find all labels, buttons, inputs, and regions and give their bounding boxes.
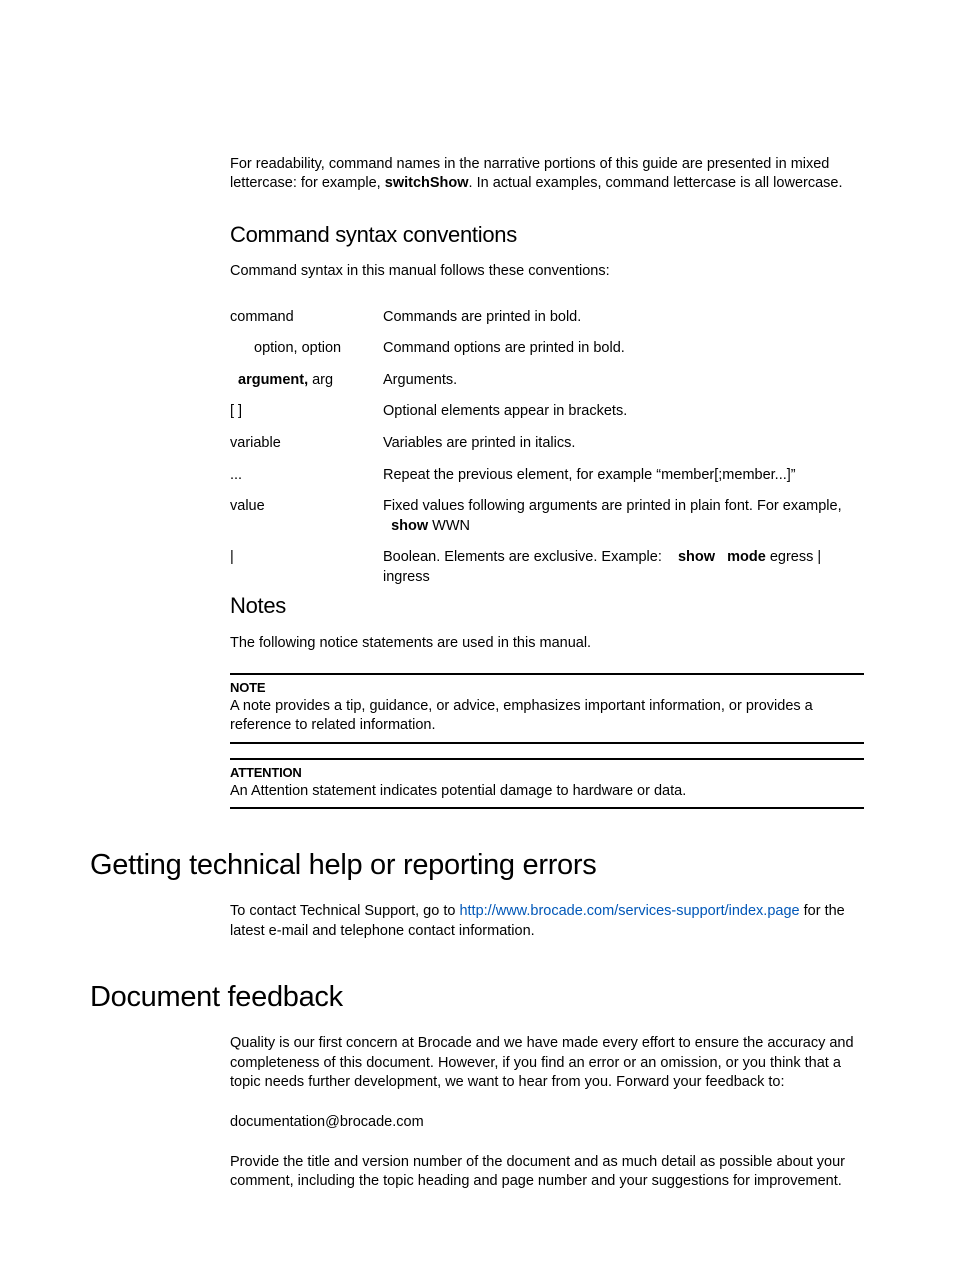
attention-text: An Attention statement indicates potenti… xyxy=(230,782,864,802)
attention-label: ATTENTION xyxy=(230,764,864,782)
syntax-term: variable xyxy=(230,428,383,460)
notes-lead: The following notice statements are used… xyxy=(230,634,864,654)
syntax-term: argument, arg xyxy=(230,365,383,397)
feedback-p1: Quality is our first concern at Brocade … xyxy=(230,1034,864,1093)
table-row: option, option Command options are print… xyxy=(230,333,864,365)
intro-paragraph: For readability, command names in the na… xyxy=(230,155,864,194)
notes-heading: Notes xyxy=(230,593,864,619)
intro-bold-command: switchShow xyxy=(385,175,469,191)
syntax-term: option, option xyxy=(230,333,383,365)
syntax-lead: Command syntax in this manual follows th… xyxy=(230,262,864,282)
note-label: NOTE xyxy=(230,679,864,697)
table-row: value Fixed values following arguments a… xyxy=(230,491,864,542)
syntax-term: command xyxy=(230,302,383,334)
help-text-before: To contact Technical Support, go to xyxy=(230,903,459,919)
table-row: command Commands are printed in bold. xyxy=(230,302,864,334)
syntax-desc: Commands are printed in bold. xyxy=(383,302,864,334)
note-block: NOTE A note provides a tip, guidance, or… xyxy=(230,673,864,744)
syntax-table: command Commands are printed in bold. op… xyxy=(230,302,864,594)
syntax-desc: Arguments. xyxy=(383,365,864,397)
syntax-term: [ ] xyxy=(230,396,383,428)
table-row: ... Repeat the previous element, for exa… xyxy=(230,460,864,492)
intro-text-after: . In actual examples, command lettercase… xyxy=(469,175,843,191)
table-row: variable Variables are printed in italic… xyxy=(230,428,864,460)
table-row: argument, arg Arguments. xyxy=(230,365,864,397)
feedback-email: documentation@brocade.com xyxy=(230,1113,864,1133)
help-paragraph: To contact Technical Support, go to http… xyxy=(230,902,864,941)
syntax-desc: Repeat the previous element, for example… xyxy=(383,460,864,492)
support-link[interactable]: http://www.brocade.com/services-support/… xyxy=(459,903,799,919)
syntax-desc: Optional elements appear in brackets. xyxy=(383,396,864,428)
syntax-term: | xyxy=(230,542,383,593)
syntax-desc: Variables are printed in italics. xyxy=(383,428,864,460)
syntax-desc: Boolean. Elements are exclusive. Example… xyxy=(383,542,864,593)
attention-block: ATTENTION An Attention statement indicat… xyxy=(230,758,864,809)
syntax-term: ... xyxy=(230,460,383,492)
feedback-heading: Document feedback xyxy=(90,981,864,1014)
syntax-desc: Command options are printed in bold. xyxy=(383,333,864,365)
syntax-heading: Command syntax conventions xyxy=(230,222,864,248)
note-text: A note provides a tip, guidance, or advi… xyxy=(230,697,864,736)
syntax-desc: Fixed values following arguments are pri… xyxy=(383,491,864,542)
document-page: For readability, command names in the na… xyxy=(0,0,954,1272)
syntax-term: value xyxy=(230,491,383,542)
table-row: | Boolean. Elements are exclusive. Examp… xyxy=(230,542,864,593)
help-heading: Getting technical help or reporting erro… xyxy=(90,849,864,882)
table-row: [ ] Optional elements appear in brackets… xyxy=(230,396,864,428)
feedback-p2: Provide the title and version number of … xyxy=(230,1153,864,1192)
